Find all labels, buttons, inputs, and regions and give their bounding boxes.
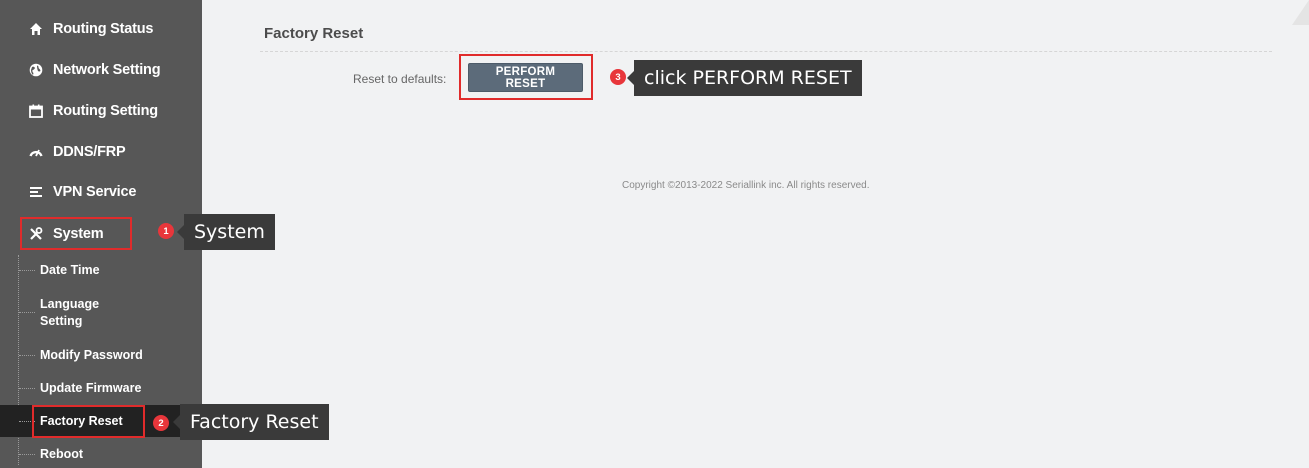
submenu-item-date-time[interactable]: Date Time [0, 259, 202, 281]
submenu-item-label: Date Time [40, 263, 100, 277]
callout-perform-reset: click PERFORM RESET [627, 60, 862, 96]
globe-icon [29, 63, 43, 77]
sidebar-item-ddns-frp[interactable]: DDNS/FRP [0, 134, 202, 170]
highlight-box-perform-reset [459, 54, 593, 100]
sidebar-item-routing-status[interactable]: Routing Status [0, 11, 202, 47]
sidebar-item-label: Routing Setting [53, 103, 158, 119]
submenu-item-label: Language Setting [40, 297, 100, 328]
sidebar-item-label: VPN Service [53, 184, 137, 200]
submenu-item-language-setting[interactable]: Language Setting [0, 293, 202, 333]
gauge-icon [29, 145, 43, 159]
sidebar-item-label: Network Setting [53, 62, 161, 78]
calendar-icon [29, 104, 43, 118]
title-divider [260, 51, 1272, 52]
copyright-footer: Copyright ©2013-2022 Seriallink inc. All… [622, 180, 870, 191]
step-marker-1: 1 [158, 223, 174, 239]
tree-connector [19, 355, 35, 357]
submenu-item-label: Update Firmware [40, 381, 142, 395]
tree-connector [19, 454, 35, 456]
submenu-item-label: Reboot [40, 447, 84, 461]
highlight-box-factory-reset [32, 405, 145, 438]
sidebar-item-label: Routing Status [53, 21, 154, 37]
sidebar-item-network-setting[interactable]: Network Setting [0, 52, 202, 88]
tree-connector [19, 388, 35, 390]
list-icon [29, 185, 43, 199]
corner-fold-mark [1292, 0, 1309, 25]
sidebar-item-label: DDNS/FRP [53, 144, 126, 160]
tree-connector [19, 270, 35, 272]
sidebar-item-routing-setting[interactable]: Routing Setting [0, 93, 202, 129]
callout-system: System [177, 214, 275, 250]
highlight-box-system [20, 217, 132, 250]
callout-factory-reset: Factory Reset [173, 404, 329, 440]
step-marker-3: 3 [610, 69, 626, 85]
sidebar-item-vpn-service[interactable]: VPN Service [0, 174, 202, 210]
submenu-item-modify-password[interactable]: Modify Password [0, 344, 202, 366]
tree-connector [19, 312, 35, 314]
submenu-item-reboot[interactable]: Reboot [0, 443, 202, 465]
page-title: Factory Reset [264, 25, 364, 42]
reset-label: Reset to defaults: [353, 72, 447, 86]
step-marker-2: 2 [153, 415, 169, 431]
submenu-item-label: Modify Password [40, 348, 143, 362]
submenu-item-update-firmware[interactable]: Update Firmware [0, 377, 202, 399]
home-icon [29, 22, 43, 36]
